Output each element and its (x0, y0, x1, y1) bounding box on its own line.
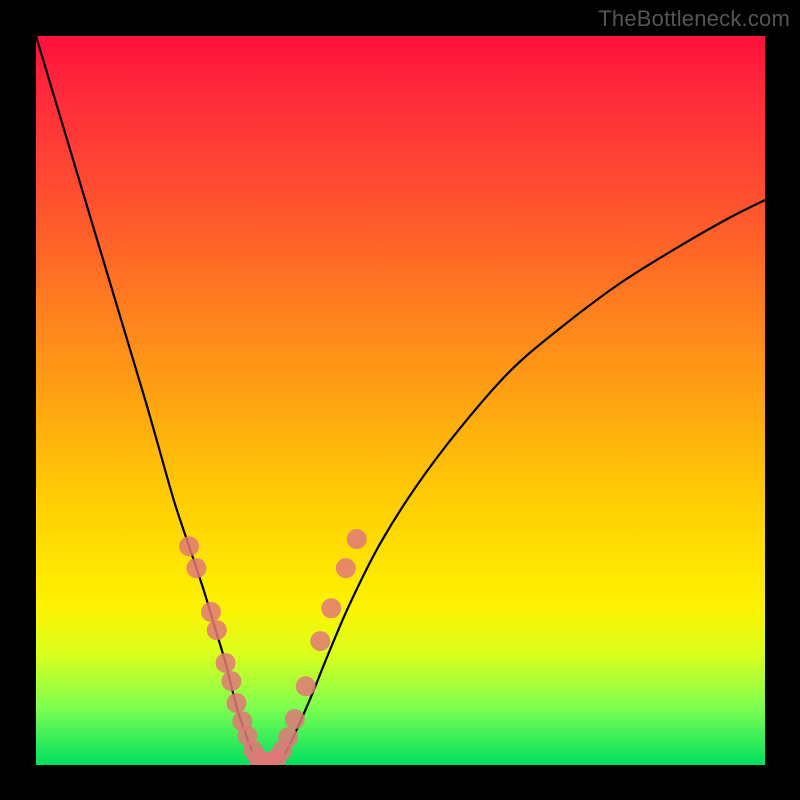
watermark-text: TheBottleneck.com (598, 6, 790, 32)
plot-background (36, 36, 765, 765)
chart-frame: TheBottleneck.com (0, 0, 800, 800)
